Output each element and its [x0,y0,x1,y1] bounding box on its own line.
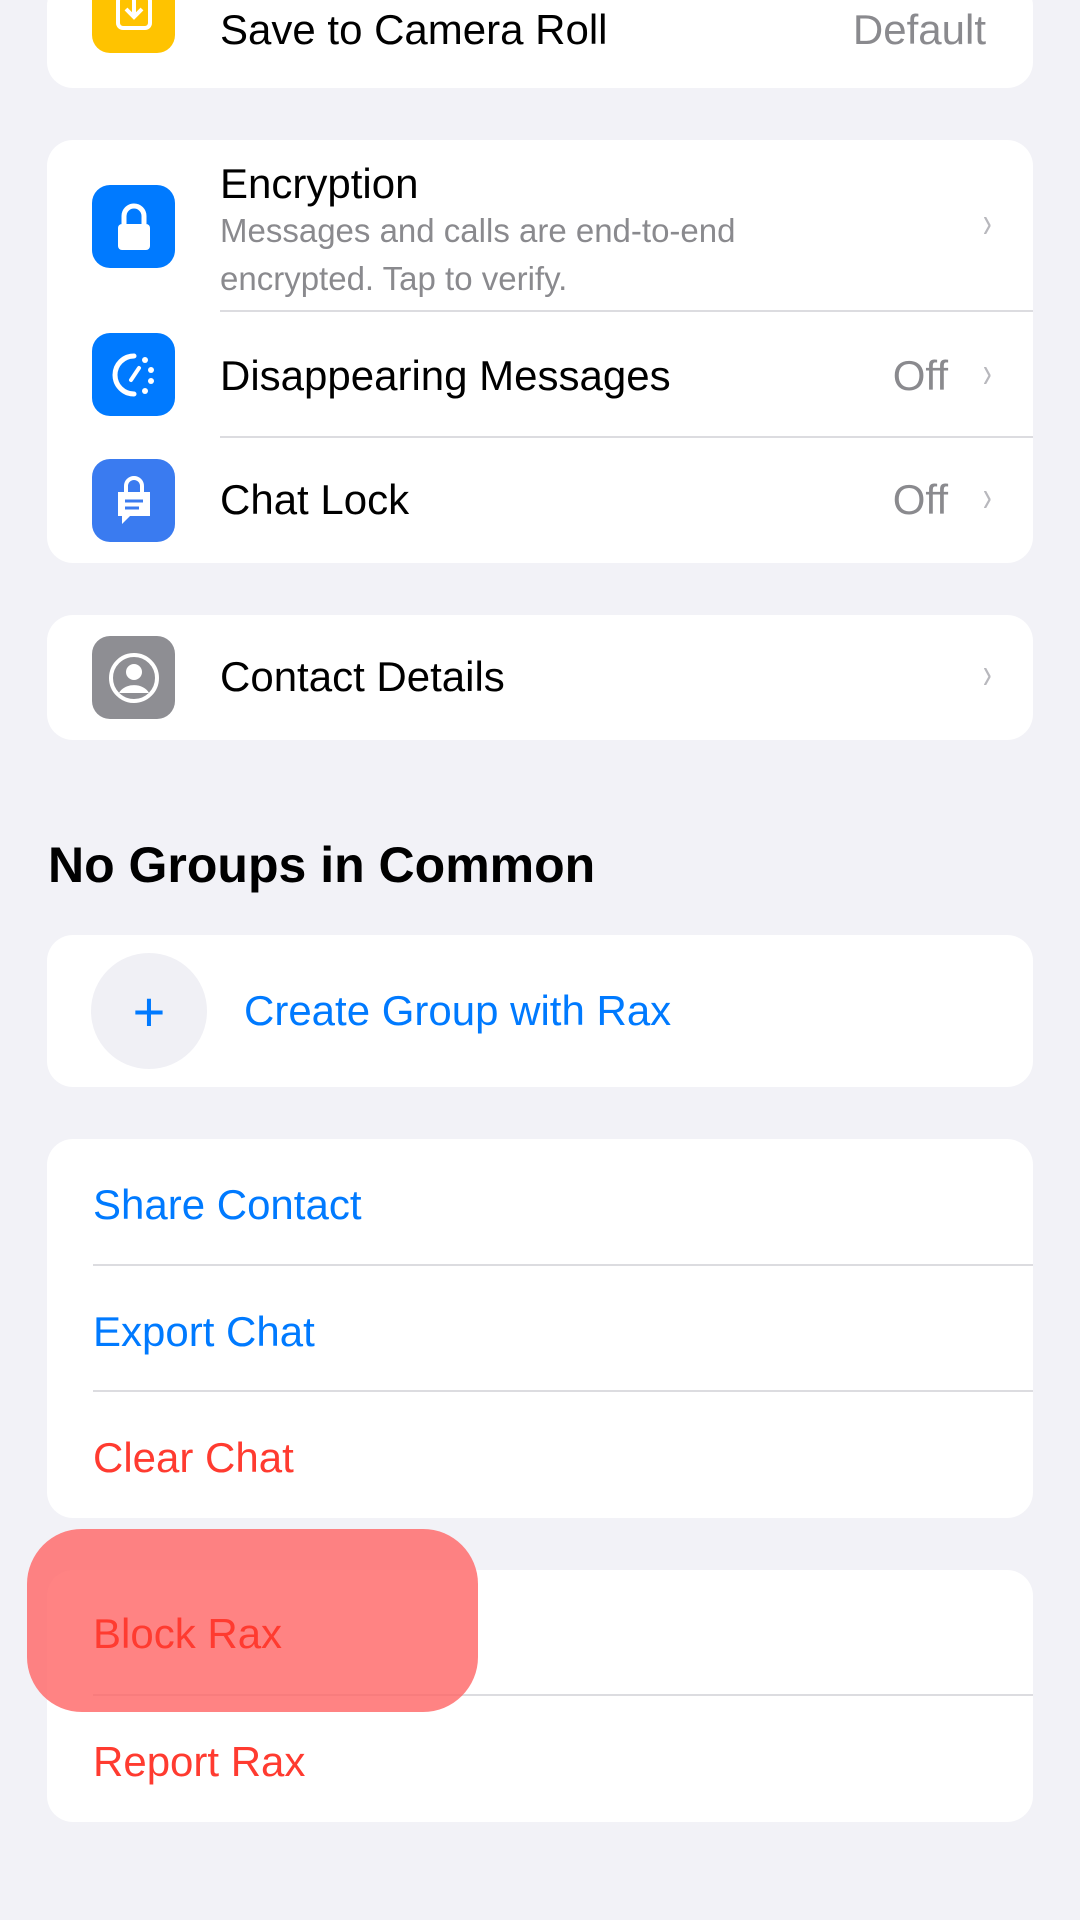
encryption-subtitle-line2: encrypted. Tap to verify. [220,260,568,297]
export-chat-button[interactable]: Export Chat [93,1308,315,1356]
plus-icon: + [91,953,207,1069]
timer-icon [92,333,175,416]
create-group-row[interactable]: + Create Group with Rax [47,935,1033,1087]
chat-lock-row[interactable]: Chat Lock Off › [47,438,1033,563]
disappearing-messages-label: Disappearing Messages [220,352,671,399]
actions-card: Share Contact Export Chat Clear Chat [47,1139,1033,1518]
chevron-right-icon: › [983,348,993,397]
privacy-card: Encryption Messages and calls are end-to… [47,140,1033,563]
save-download-icon [92,0,175,53]
encryption-subtitle-line1: Messages and calls are end-to-end [220,212,736,249]
chevron-right-icon: › [983,649,993,698]
save-to-camera-roll-row[interactable]: Save to Camera Roll Default [47,0,1033,88]
disappearing-messages-row[interactable]: Disappearing Messages Off › [47,312,1033,438]
contact-details-row[interactable]: Contact Details › [47,615,1033,740]
save-to-camera-roll-label: Save to Camera Roll [220,6,608,53]
groups-card: + Create Group with Rax [47,935,1033,1087]
create-group-label: Create Group with Rax [244,987,672,1034]
encryption-row[interactable]: Encryption Messages and calls are end-to… [47,140,1033,311]
share-contact-button[interactable]: Share Contact [93,1181,362,1229]
divider [93,1264,1033,1266]
encryption-label: Encryption [220,160,419,207]
groups-header: No Groups in Common [48,837,596,893]
chat-lock-label: Chat Lock [220,476,410,523]
contact-card: Contact Details › [47,615,1033,740]
chat-lock-icon [92,459,175,542]
person-icon [92,636,175,719]
lock-icon [92,185,175,268]
chevron-right-icon: › [983,198,993,247]
chat-lock-value: Off [892,476,948,523]
save-to-camera-roll-value: Default [852,6,986,53]
clear-chat-button[interactable]: Clear Chat [93,1434,294,1482]
divider [93,1390,1033,1392]
contact-details-label: Contact Details [220,653,505,700]
report-contact-button[interactable]: Report Rax [93,1738,305,1786]
disappearing-messages-value: Off [892,352,948,399]
block-contact-button[interactable]: Block Rax [93,1610,282,1658]
media-card: Save to Camera Roll Default [47,0,1033,88]
chevron-right-icon: › [983,472,993,521]
